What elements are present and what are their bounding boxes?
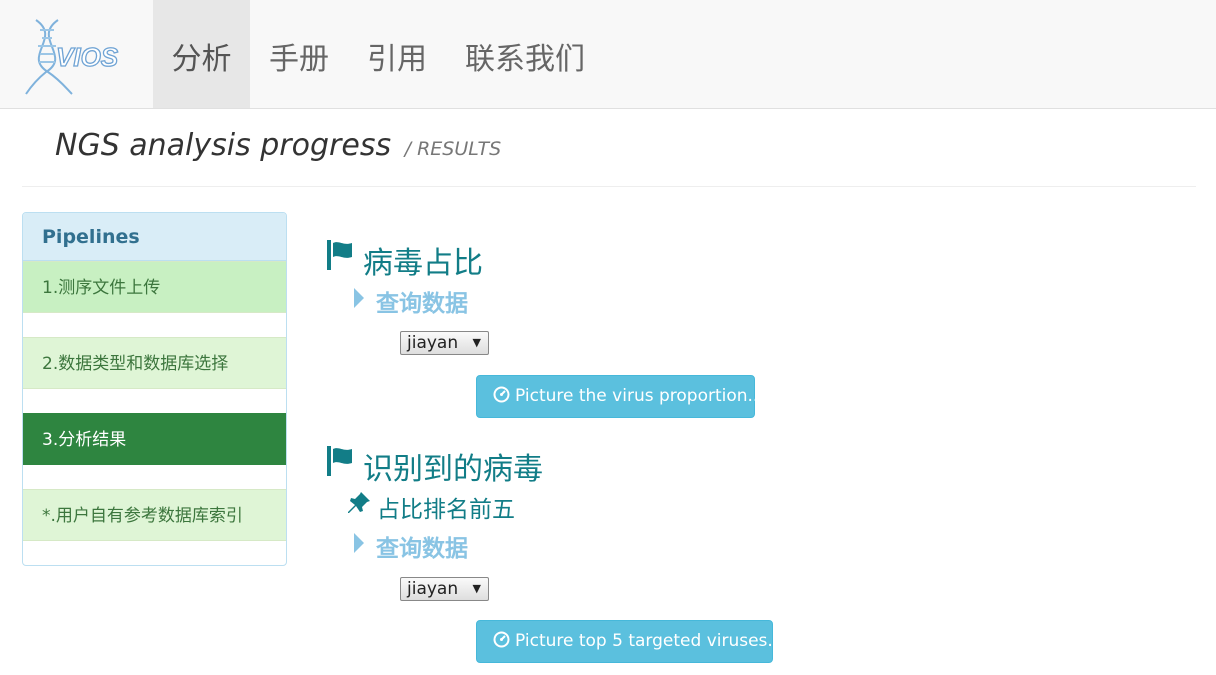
brand-text: VIOS — [56, 42, 119, 72]
sample-select[interactable]: jiayan ▼ — [400, 331, 489, 355]
sidebar-item-label: 3.分析结果 — [42, 430, 127, 450]
sidebar-item-database-select[interactable]: 2.数据类型和数据库选择 — [23, 337, 286, 389]
picture-top5-viruses-label: Picture top 5 targeted viruses... — [515, 631, 784, 651]
sidebar-item-label: *.用户自有参考数据库索引 — [42, 506, 243, 526]
flag-icon — [327, 446, 352, 476]
picture-virus-proportion-button[interactable]: Picture the virus proportion... — [476, 375, 764, 418]
sidebar-item-results[interactable]: 3.分析结果 — [23, 413, 286, 465]
nav-contact[interactable]: 联系我们 — [446, 0, 604, 108]
pushpin-icon — [348, 492, 370, 513]
chevron-down-icon: ▼ — [472, 336, 481, 349]
caret-right-icon — [354, 533, 364, 553]
picture-top5-viruses-button[interactable]: Picture top 5 targeted viruses... — [476, 620, 784, 663]
sidebar-item-custom-index[interactable]: *.用户自有参考数据库索引 — [23, 489, 286, 541]
page-header: NGS analysis progress / RESULTS — [22, 110, 1196, 187]
top-navbar: VIOS 分析 手册 引用 联系我们 — [0, 0, 1216, 109]
pipelines-panel: Pipelines 1.测序文件上传 2.数据类型和数据库选择 3.分析结果 *… — [22, 212, 287, 566]
caret-right-icon — [354, 288, 364, 308]
dashboard-icon — [493, 631, 510, 648]
dna-helix-icon: VIOS — [25, 19, 119, 95]
sidebar-item-upload[interactable]: 1.测序文件上传 — [23, 261, 286, 313]
page-title: NGS analysis progress / RESULTS — [55, 128, 501, 163]
section-title-identified-viruses: 识别到的病毒 — [363, 452, 543, 487]
sidebar-item-label: 1.测序文件上传 — [42, 278, 161, 298]
query-data-link[interactable]: 查询数据 — [376, 284, 468, 318]
dashboard-icon — [493, 386, 510, 403]
page-subtitle: / RESULTS — [404, 138, 502, 160]
nav-manual-label: 手册 — [269, 42, 329, 77]
sample-select-value: jiayan — [407, 579, 459, 599]
top-five-label: 占比排名前五 — [377, 497, 515, 523]
page-title-text: NGS analysis progress — [55, 128, 392, 163]
sidebar-item-label: 2.数据类型和数据库选择 — [42, 354, 229, 374]
sample-select-value: jiayan — [407, 333, 459, 353]
nav-manual[interactable]: 手册 — [250, 0, 348, 108]
sample-select[interactable]: jiayan ▼ — [400, 577, 489, 601]
nav-analysis-label: 分析 — [171, 42, 232, 77]
vios-logo[interactable]: VIOS — [22, 16, 134, 96]
nav-citation-label: 引用 — [367, 42, 427, 77]
pipelines-heading: Pipelines — [23, 213, 286, 261]
chevron-down-icon: ▼ — [472, 582, 481, 595]
picture-virus-proportion-label: Picture the virus proportion... — [515, 386, 764, 406]
section-title-virus-proportion: 病毒占比 — [363, 246, 483, 281]
flag-icon — [327, 240, 352, 270]
query-data-link[interactable]: 查询数据 — [376, 529, 468, 563]
nav-citation[interactable]: 引用 — [348, 0, 446, 108]
nav-contact-label: 联系我们 — [465, 42, 585, 77]
nav-analysis[interactable]: 分析 — [153, 0, 250, 108]
